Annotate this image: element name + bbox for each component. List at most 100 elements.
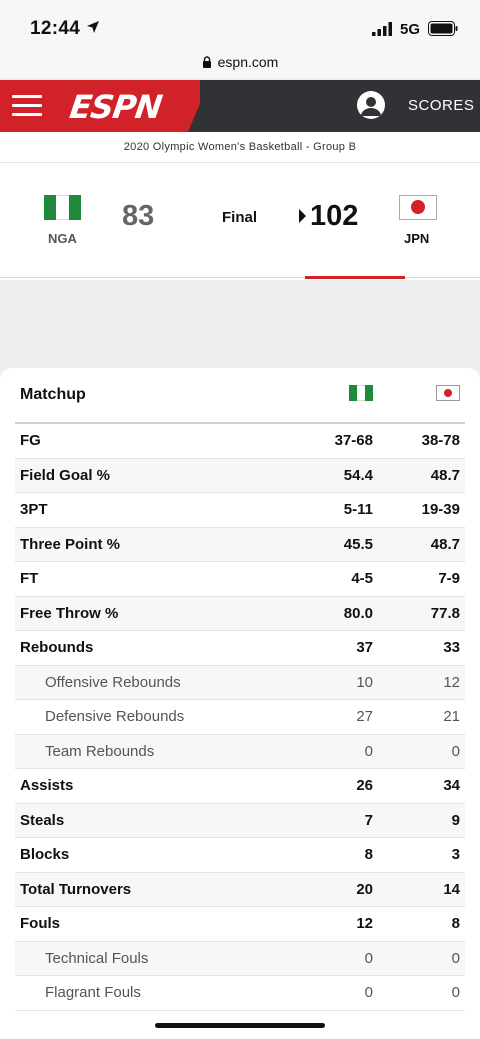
jpn-flag-icon <box>436 385 460 401</box>
table-row: Assists 26 34 <box>15 769 465 804</box>
hamburger-menu-icon[interactable] <box>12 95 42 117</box>
jpn-value: 77.8 <box>430 604 460 622</box>
table-row: Rebounds 37 33 <box>15 631 465 666</box>
matchup-title: Matchup <box>20 386 86 403</box>
battery-icon <box>428 21 458 36</box>
jpn-value: 9 <box>451 811 460 829</box>
stat-label: Free Throw % <box>20 604 119 622</box>
url-text: espn.com <box>217 54 279 70</box>
stat-label: Offensive Rebounds <box>45 673 181 691</box>
status-bar: 12:44 5G <box>0 0 480 52</box>
table-row: FG 37-68 38-78 <box>15 424 465 459</box>
stat-label: Defensive Rebounds <box>45 708 185 725</box>
jpn-value: 12 <box>443 673 460 691</box>
game-header: 2020 Olympic Women's Basketball - Group … <box>0 132 480 280</box>
away-team-abbr[interactable]: NGA <box>48 231 77 246</box>
table-row: Steals 7 9 <box>15 803 465 838</box>
nga-value: 0 <box>364 984 373 1001</box>
stat-label: Steals <box>20 811 65 829</box>
scores-link[interactable]: SCORES <box>408 97 474 114</box>
table-row: FT 4-5 7-9 <box>15 562 465 597</box>
lock-icon <box>202 56 211 68</box>
stat-label: Three Point % <box>20 535 121 553</box>
table-row: Free Throw % 80.0 77.8 <box>15 596 465 631</box>
table-row: 3PT 5-11 19-39 <box>15 493 465 528</box>
jpn-flag-icon[interactable] <box>399 195 437 220</box>
table-row: Field Goal % 54.4 48.7 <box>15 458 465 493</box>
signal-strength-icon <box>372 22 392 36</box>
stat-label: Blocks <box>20 846 70 863</box>
jpn-value: 38-78 <box>421 432 460 449</box>
jpn-value: 34 <box>443 777 460 794</box>
tab-underline <box>0 277 480 278</box>
nga-value: 0 <box>364 742 373 760</box>
status-time: 12:44 <box>30 18 81 39</box>
nga-value: 10 <box>356 673 373 691</box>
nga-value: 7 <box>364 811 373 829</box>
jpn-value: 0 <box>451 742 460 760</box>
jpn-value: 0 <box>451 949 460 967</box>
jpn-value: 48.7 <box>430 535 460 553</box>
jpn-value: 21 <box>443 708 460 725</box>
stat-label: 3PT <box>20 501 48 518</box>
nga-value: 80.0 <box>343 604 373 622</box>
stats-table: FG 37-68 38-78 Field Goal % 54.4 48.7 3PT 5-11 1… <box>15 424 465 1011</box>
nga-flag-icon <box>349 385 373 401</box>
jpn-value: 48.7 <box>430 466 460 484</box>
home-score: 102 <box>310 200 359 232</box>
nga-value: 27 <box>356 708 373 725</box>
stat-label: Field Goal % <box>20 466 111 484</box>
table-row: Offensive Rebounds 10 12 <box>15 665 465 700</box>
matchup-card: Matchup FG 37-68 38-78 Field Goal % 54.4 48.7… <box>0 368 480 1039</box>
stat-label: FG <box>20 432 41 449</box>
competition-title: 2020 Olympic Women's Basketball - Group … <box>123 141 357 153</box>
home-indicator[interactable] <box>155 1023 325 1028</box>
stat-label: FT <box>20 570 39 587</box>
nga-value: 26 <box>356 777 373 794</box>
table-row: Technical Fouls 0 0 <box>15 941 465 976</box>
espn-logo[interactable]: ESPN <box>67 88 163 126</box>
nga-value: 12 <box>356 915 373 932</box>
table-row: Defensive Rebounds 27 21 <box>15 700 465 735</box>
nga-value: 4-5 <box>351 570 373 587</box>
nga-value: 5-11 <box>343 501 373 518</box>
stat-label: Assists <box>20 777 74 794</box>
away-score: 83 <box>122 200 155 232</box>
home-team-abbr[interactable]: JPN <box>404 231 429 246</box>
nga-value: 20 <box>356 880 373 898</box>
nga-value: 8 <box>364 846 373 863</box>
jpn-value: 33 <box>443 639 460 656</box>
table-row: Three Point % 45.5 48.7 <box>15 527 465 562</box>
stat-label: Rebounds <box>20 639 94 656</box>
jpn-value: 3 <box>451 846 460 863</box>
divider <box>0 162 480 163</box>
table-row: Flagrant Fouls 0 0 <box>15 976 465 1011</box>
nga-value: 37 <box>356 639 373 656</box>
profile-avatar-icon[interactable] <box>357 91 385 119</box>
jpn-value: 7-9 <box>438 570 460 587</box>
nga-value: 54.4 <box>343 466 373 484</box>
winner-arrow-icon <box>299 209 306 223</box>
jpn-value: 14 <box>443 880 460 898</box>
stat-label: Flagrant Fouls <box>45 984 141 1001</box>
nga-value: 45.5 <box>343 535 373 553</box>
stat-label: Fouls <box>20 915 60 932</box>
stat-label: Technical Fouls <box>45 949 149 967</box>
nga-value: 37-68 <box>334 432 373 449</box>
nga-flag-icon[interactable] <box>44 195 81 220</box>
game-status: Final <box>222 209 258 226</box>
jpn-value: 8 <box>451 915 460 932</box>
location-arrow-icon <box>87 21 99 33</box>
network-label: 5G <box>400 21 421 38</box>
table-row: Total Turnovers 20 14 <box>15 872 465 907</box>
jpn-value: 0 <box>451 984 460 1001</box>
nga-value: 0 <box>364 949 373 967</box>
table-row: Blocks 8 3 <box>15 838 465 873</box>
url-bar[interactable]: espn.com <box>0 48 480 78</box>
stat-label: Team Rebounds <box>45 742 155 760</box>
stat-label: Total Turnovers <box>20 880 132 898</box>
active-tab-indicator[interactable] <box>305 276 405 279</box>
table-row: Team Rebounds 0 0 <box>15 734 465 769</box>
jpn-value: 19-39 <box>421 501 460 518</box>
table-row: Fouls 12 8 <box>15 907 465 942</box>
